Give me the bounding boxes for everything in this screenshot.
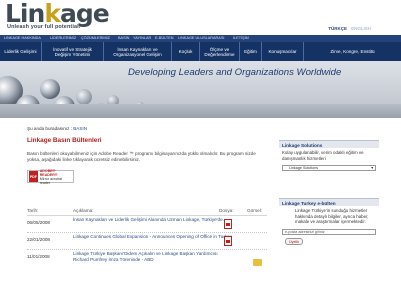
util-nav-press[interactable]: BASIN <box>118 36 129 40</box>
util-nav-contact[interactable]: İLETİŞİM <box>233 36 249 40</box>
adobe-reader-label: ADOBE® READER® Mirror acrobat reader <box>39 168 63 185</box>
table-row: 11/01/2008 Linkage Türkiye Başkanı'Didem… <box>27 250 267 272</box>
nav-leadership[interactable]: Liderlik Gelişimi <box>0 42 42 61</box>
header: Linkage Unleash your full potential. TÜR… <box>0 0 401 35</box>
row-date: 11/01/2008 <box>27 254 50 259</box>
subscribe-button[interactable]: Üyelik <box>285 237 303 245</box>
util-nav-ebulletin[interactable]: E-BÜLTEN <box>155 36 174 40</box>
util-nav-international[interactable]: LINKAGE ULUSLARARASI <box>178 36 224 40</box>
util-nav-about[interactable]: LINKAGE HAKKINDA <box>4 36 41 40</box>
main-nav: Liderlik Gelişimi İnovatif ve Stratejik … <box>0 42 401 61</box>
utility-nav: LINKAGE HAKKINDA LİDERLERİMİZ ÇÖZÜMLERİM… <box>0 35 401 42</box>
table-row: 22/01/2008 Linkage Continues Global Expa… <box>27 233 267 250</box>
nav-strategic-change[interactable]: İnovatif ve Stratejik Değişim Yönetimi <box>42 42 104 61</box>
breadcrumb: Şu anda buradasınız : BASIN <box>27 126 87 131</box>
banner-slogan: Developing Leaders and Organizations Wor… <box>128 67 342 78</box>
column-file: Dosya: <box>219 208 234 213</box>
table-row: 06/05/2008 İnsan Kaynakları ve Liderlik … <box>27 216 267 233</box>
language-english[interactable]: ENGLISH <box>351 26 371 31</box>
email-field[interactable]: e-posta adresinizi giriniz <box>282 228 376 235</box>
ebulletin-box: Linkage Turkey e-bülten Linkage Türkiye'… <box>279 198 379 248</box>
table-header: Tarih: Açıklama: Dosya: Görsel: <box>27 208 267 216</box>
breadcrumb-prefix: Şu anda buradasınız : <box>27 126 74 131</box>
util-nav-solutions[interactable]: ÇÖZÜMLERİMİZ <box>81 36 110 40</box>
ebulletin-title: Linkage Turkey e-bülten <box>279 198 379 206</box>
adobe-reader-download-button[interactable]: PDF ADOBE® READER® Mirror acrobat reader <box>27 168 74 185</box>
pdf-icon[interactable] <box>224 236 232 246</box>
nav-training[interactable]: Eğitim <box>240 42 262 61</box>
banner-floor <box>0 104 401 118</box>
column-description: Açıklama: <box>73 208 94 213</box>
column-date: Tarih: <box>27 208 39 213</box>
column-visual: Görsel: <box>247 208 263 213</box>
intro-text: Basın bültenleri okuyabilmeniz için Adob… <box>27 151 256 162</box>
hero-banner: Developing Leaders and Organizations Wor… <box>0 61 401 118</box>
pdf-icon[interactable] <box>224 219 232 229</box>
row-title-link[interactable]: Linkage Türkiye Başkanı'Didem Açıkalın v… <box>73 251 233 262</box>
nav-assessment[interactable]: Ölçme ve Değerlendirme <box>200 42 240 61</box>
solutions-text: Kolay uygulanabilir, verim odaklı eğitim… <box>282 150 364 161</box>
folder-icon[interactable] <box>253 259 262 266</box>
solutions-title: Linkage Solutions <box>279 140 379 148</box>
nav-summit[interactable]: Zirve, Kongre, Enstitü <box>304 42 401 61</box>
nav-speakers[interactable]: Konuşmacılar <box>262 42 304 61</box>
language-turkish[interactable]: TÜRKÇE <box>328 26 347 31</box>
util-nav-publications[interactable]: YAYINLAR <box>133 36 151 40</box>
row-title-link[interactable]: Linkage Continues Global Expansion - Ann… <box>73 234 233 240</box>
breadcrumb-link-press[interactable]: BASIN <box>73 126 87 131</box>
page-title: Linkage Basın Bültenleri <box>27 137 102 144</box>
solutions-select[interactable]: Linkage Solutions ▼ <box>282 165 376 171</box>
press-release-table: Tarih: Açıklama: Dosya: Görsel: 06/05/20… <box>27 208 267 272</box>
row-title-link[interactable]: İnsan Kaynakları ve Liderlik Gelişimi Al… <box>73 217 233 223</box>
nav-coaching[interactable]: Koçluk <box>172 42 200 61</box>
chevron-down-icon: ▼ <box>370 166 374 170</box>
row-date: 06/05/2008 <box>27 220 50 225</box>
nav-hr-development[interactable]: İnsan Kaynakları ve Organizasyonel Geliş… <box>104 42 172 61</box>
adobe-pdf-icon: PDF <box>29 171 38 182</box>
ebulletin-text: Linkage Türkiye'in sunduğu hizmetler hak… <box>295 208 369 224</box>
util-nav-leaders[interactable]: LİDERLERİMİZ <box>50 36 76 40</box>
row-date: 22/01/2008 <box>27 237 50 242</box>
tagline: Unleash your full potential. <box>7 24 81 30</box>
language-switcher: TÜRKÇE ENGLISH <box>325 26 371 31</box>
solutions-box: Linkage Solutions Kolay uygulanabilir, v… <box>279 140 379 173</box>
